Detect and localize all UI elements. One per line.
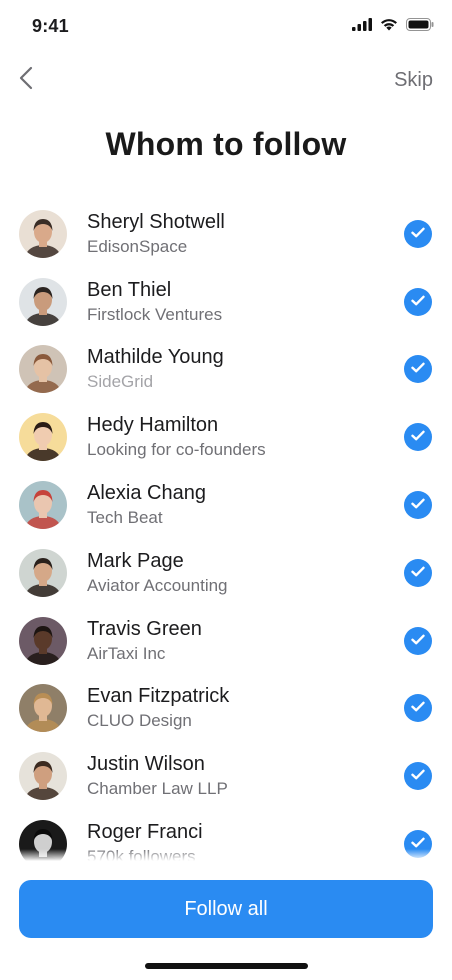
person-name: Mathilde Young [87,346,224,369]
person-name: Sheryl Shotwell [87,210,225,233]
follow-checkbox[interactable] [404,423,432,452]
avatar [19,481,67,530]
battery-icon [406,18,434,36]
list-item[interactable]: Mark Page Aviator Accounting [0,539,452,607]
person-name: Mark Page [87,549,184,572]
person-info: Travis Green AirTaxi Inc [87,617,202,665]
person-info: Evan Fitzpatrick CLUO Design [87,684,229,732]
checkmark-icon [411,496,425,514]
avatar [19,548,67,597]
people-list-viewport[interactable]: Sheryl Shotwell EdisonSpace Ben Thiel First… [0,200,452,861]
checkmark-icon [411,225,425,243]
avatar [19,752,67,801]
avatar [19,277,67,326]
list-item[interactable]: Justin Wilson Chamber Law LLP [0,742,452,810]
follow-checkbox[interactable] [404,694,432,723]
skip-button[interactable]: Skip [394,69,433,92]
person-subtitle: Chamber Law LLP [87,779,228,799]
follow-all-button[interactable]: Follow all [19,880,433,938]
person-info: Mark Page Aviator Accounting [87,549,228,597]
person-subtitle: Firstlock Ventures [87,304,223,324]
list-fade [0,849,452,861]
people-list: Sheryl Shotwell EdisonSpace Ben Thiel First… [0,200,452,861]
checkmark-icon [411,767,425,785]
status-icons [352,18,434,36]
follow-checkbox[interactable] [404,626,432,655]
avatar [19,413,67,462]
avatar [19,345,67,394]
list-item[interactable]: Evan Fitzpatrick CLUO Design [0,675,452,743]
status-time: 9:41 [32,16,69,36]
person-subtitle: Looking for co-founders [87,440,266,460]
person-name: Travis Green [87,617,202,640]
checkmark-icon [411,428,425,446]
status-bar: 9:41 [0,0,452,54]
checkmark-icon [411,699,425,717]
follow-checkbox[interactable] [404,558,432,587]
list-item[interactable]: Ben Thiel Firstlock Ventures [0,268,452,336]
person-info: Mathilde Young SideGrid [87,345,224,393]
person-subtitle: Tech Beat [87,508,163,528]
person-info: Justin Wilson Chamber Law LLP [87,752,228,800]
follow-checkbox[interactable] [404,491,432,520]
checkmark-icon [411,293,425,311]
person-info: Alexia Chang Tech Beat [87,481,206,529]
avatar [19,616,67,665]
checkmark-icon [411,632,425,650]
navigation-bar: Skip [0,60,452,100]
follow-checkbox[interactable] [404,355,432,384]
wifi-icon [380,18,398,36]
avatar [19,209,67,258]
cellular-signal-icon [352,18,372,36]
list-item[interactable]: Mathilde Young SideGrid [0,336,452,404]
list-item[interactable]: Alexia Chang Tech Beat [0,471,452,539]
person-name: Hedy Hamilton [87,414,219,437]
follow-checkbox[interactable] [404,287,432,316]
person-subtitle: CLUO Design [87,711,192,731]
person-info: Hedy Hamilton Looking for co-founders [87,413,266,461]
person-subtitle: Aviator Accounting [87,575,228,595]
list-item[interactable]: Travis Green AirTaxi Inc [0,607,452,675]
person-name: Evan Fitzpatrick [87,685,230,708]
person-subtitle: AirTaxi Inc [87,643,166,663]
home-indicator [145,963,308,969]
follow-checkbox[interactable] [404,219,432,248]
avatar [19,684,67,733]
person-name: Justin Wilson [87,753,205,776]
person-subtitle: EdisonSpace [87,236,188,256]
person-info: Sheryl Shotwell EdisonSpace [87,210,225,258]
person-info: Ben Thiel Firstlock Ventures [87,278,222,326]
page-title: Whom to follow [105,126,347,162]
person-subtitle: SideGrid [87,372,154,392]
list-item[interactable]: Sheryl Shotwell EdisonSpace [0,200,452,268]
back-button[interactable] [14,64,38,96]
chevron-left-icon [19,66,33,95]
person-name: Roger Franci [87,821,203,844]
checkmark-icon [411,564,425,582]
checkmark-icon [411,360,425,378]
person-name: Alexia Chang [87,482,206,505]
follow-checkbox[interactable] [404,762,432,791]
person-name: Ben Thiel [87,278,172,301]
list-item[interactable]: Hedy Hamilton Looking for co-founders [0,403,452,471]
